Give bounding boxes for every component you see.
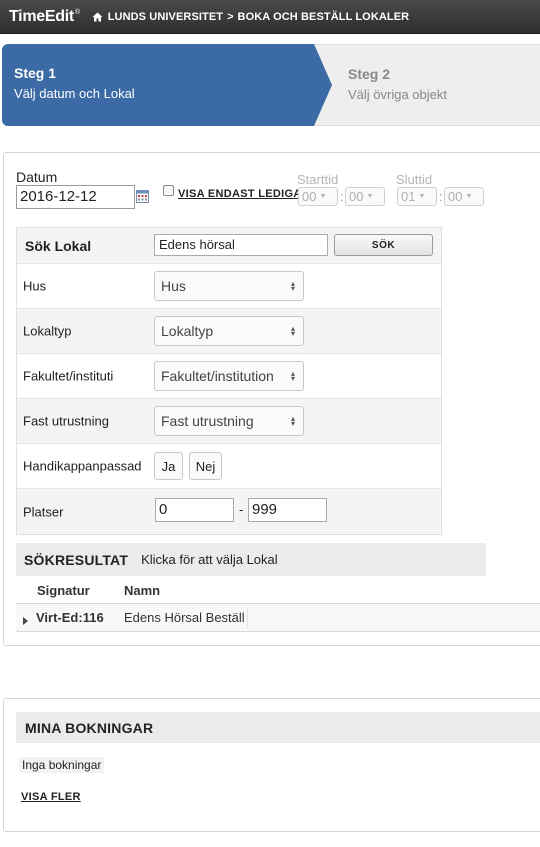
only-free-label[interactable]: VISA ENDAST LEDIGA bbox=[178, 188, 302, 200]
room-type-select[interactable]: Lokaltyp ▴ ▾ bbox=[154, 316, 304, 346]
filter-row-seats: Platser 0 - 999 bbox=[17, 489, 441, 534]
show-more-link[interactable]: VISA FLER bbox=[21, 791, 81, 803]
column-header-name[interactable]: Namn bbox=[124, 583, 160, 598]
step-2-title: Steg 2 bbox=[348, 66, 391, 82]
only-free-checkbox[interactable] bbox=[163, 185, 174, 196]
accessible-label: Handikappanpassad bbox=[23, 458, 142, 474]
select-arrows-icon: ▴ ▾ bbox=[290, 279, 295, 293]
step-indicator: Steg 2 Välj övriga objekt Steg 1 Välj da… bbox=[0, 44, 540, 126]
search-button[interactable]: SÖK bbox=[334, 234, 433, 256]
starttime-label: Starttid bbox=[297, 172, 339, 187]
filter-row-faculty: Fakultet/instituti Fakultet/institution … bbox=[17, 354, 441, 399]
filter-row-house: Hus Hus ▴ ▾ bbox=[17, 264, 441, 309]
top-bar: TimeEdit® LUNDS UNIVERSITET > BOKA OCH B… bbox=[0, 0, 540, 34]
calendar-icon[interactable] bbox=[136, 190, 149, 206]
select-arrows-icon: ▴ ▾ bbox=[290, 414, 295, 428]
faculty-label: Fakultet/instituti bbox=[23, 368, 114, 384]
search-form: Sök Lokal Edens hörsal SÖK Hus Hus ▴ ▾ Lo… bbox=[16, 227, 442, 535]
search-row: Sök Lokal Edens hörsal SÖK bbox=[17, 228, 441, 264]
timeedit-logo[interactable]: TimeEdit® bbox=[9, 8, 80, 26]
cell-divider bbox=[247, 607, 248, 629]
filter-row-room-type: Lokaltyp Lokaltyp ▴ ▾ bbox=[17, 309, 441, 354]
accessible-yes-button[interactable]: Ja bbox=[154, 452, 183, 480]
results-title: SÖKRESULTAT bbox=[24, 551, 129, 568]
filter-row-equipment: Fast utrustning Fast utrustning ▴ ▾ bbox=[17, 399, 441, 444]
faculty-select[interactable]: Fakultet/institution ▴ ▾ bbox=[154, 361, 304, 391]
step-1-subtitle: Välj datum och Lokal bbox=[14, 86, 135, 101]
no-bookings-text: Inga bokningar bbox=[19, 757, 105, 773]
house-select[interactable]: Hus ▴ ▾ bbox=[154, 271, 304, 301]
equipment-select[interactable]: Fast utrustning ▴ ▾ bbox=[154, 406, 304, 436]
breadcrumb-separator: > bbox=[227, 10, 234, 23]
column-header-signature[interactable]: Signatur bbox=[37, 583, 90, 598]
breadcrumb-university[interactable]: LUNDS UNIVERSITET bbox=[108, 11, 223, 23]
step-1-title: Steg 1 bbox=[14, 65, 57, 81]
seats-range-dash: - bbox=[239, 502, 244, 517]
bookings-title: MINA BOKNINGAR bbox=[25, 719, 154, 736]
date-label: Datum bbox=[16, 169, 58, 185]
end-minute-select[interactable]: 00 ▼ bbox=[444, 187, 484, 206]
step-1[interactable]: Steg 1 Välj datum och Lokal bbox=[2, 44, 332, 126]
end-hour-select[interactable]: 01 ▼ bbox=[397, 187, 437, 206]
home-icon[interactable] bbox=[92, 12, 103, 22]
select-arrows-icon: ▴ ▾ bbox=[290, 324, 295, 338]
start-hour-select[interactable]: 00 ▼ bbox=[298, 187, 338, 206]
breadcrumb-booking[interactable]: BOKA OCH BESTÄLL LOKALER bbox=[238, 11, 410, 23]
time-colon: : bbox=[439, 189, 443, 204]
bookings-header: MINA BOKNINGAR bbox=[16, 712, 540, 743]
select-arrows-icon: ▴ ▾ bbox=[290, 369, 295, 383]
row-signature: Virt-Ed:116 bbox=[36, 610, 104, 625]
results-header: SÖKRESULTAT Klicka för att välja Lokal bbox=[16, 543, 486, 576]
table-row[interactable]: Virt-Ed:116 Edens Hörsal Beställ bbox=[16, 603, 540, 632]
row-name: Edens Hörsal Beställ bbox=[124, 610, 245, 625]
step-2[interactable]: Steg 2 Välj övriga objekt bbox=[300, 44, 540, 126]
seats-max-input[interactable]: 999 bbox=[248, 498, 327, 522]
endtime-label: Sluttid bbox=[396, 172, 433, 187]
room-type-label: Lokaltyp bbox=[23, 323, 72, 339]
date-input[interactable]: 2016-12-12 bbox=[16, 185, 135, 209]
house-label: Hus bbox=[23, 278, 47, 294]
step-2-subtitle: Välj övriga objekt bbox=[348, 87, 447, 102]
seats-label: Platser bbox=[23, 504, 64, 519]
start-minute-select[interactable]: 00 ▼ bbox=[345, 187, 385, 206]
filter-row-accessible: Handikappanpassad Ja Nej bbox=[17, 444, 441, 489]
search-label: Sök Lokal bbox=[25, 237, 92, 254]
equipment-label: Fast utrustning bbox=[23, 413, 109, 429]
accessible-no-button[interactable]: Nej bbox=[189, 452, 222, 480]
time-colon: : bbox=[340, 189, 344, 204]
results-hint: Klicka för att välja Lokal bbox=[141, 552, 278, 567]
search-input[interactable]: Edens hörsal bbox=[154, 234, 328, 256]
seats-min-input[interactable]: 0 bbox=[155, 498, 234, 522]
expand-triangle-icon[interactable] bbox=[23, 613, 28, 628]
